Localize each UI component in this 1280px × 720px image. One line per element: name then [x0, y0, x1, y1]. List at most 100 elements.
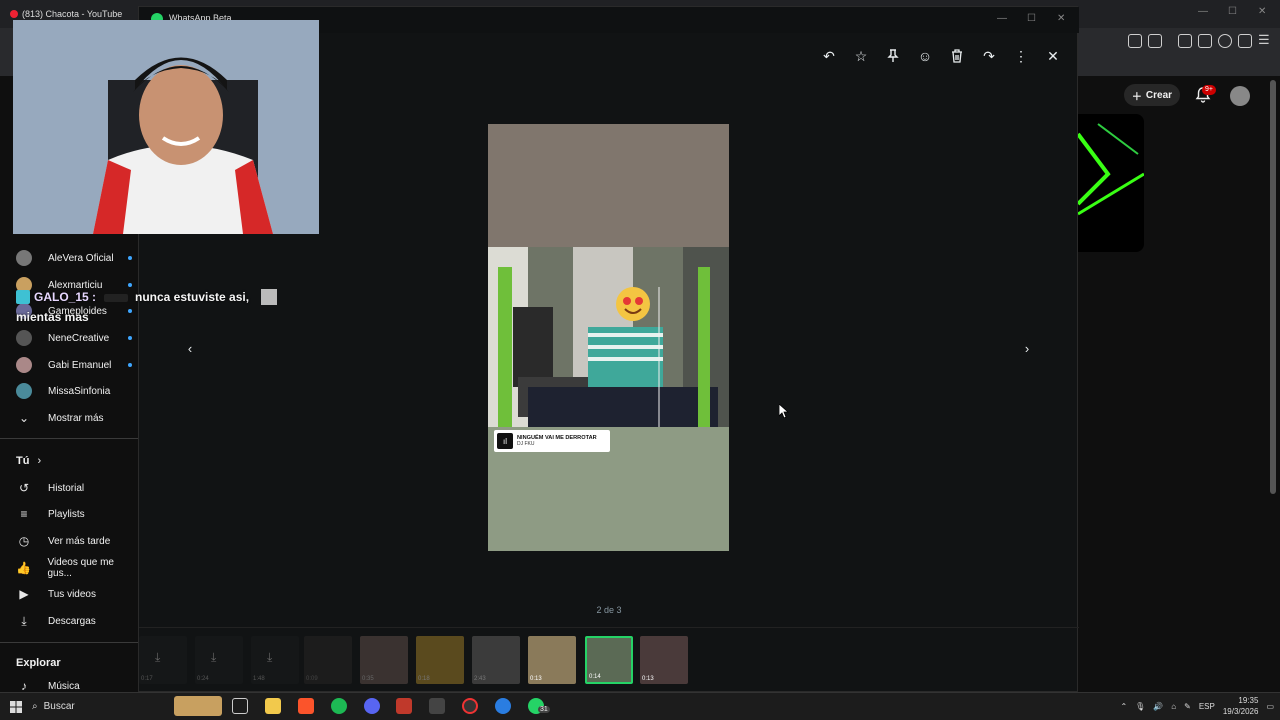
sidebar-item-missasinfonia[interactable]: MissaSinfonia [0, 378, 138, 404]
chevron-up-icon[interactable]: ⌃ [1120, 702, 1127, 711]
chat-emote-icon [261, 289, 277, 305]
sidebar-icon[interactable] [1178, 34, 1192, 48]
media-thumbnail[interactable]: 0:24 ⤓ [195, 636, 243, 684]
wallet-icon[interactable] [1198, 34, 1212, 48]
network-icon[interactable]: ⌂ [1171, 702, 1176, 711]
discord-icon[interactable] [364, 698, 380, 714]
media-thumbnail-strip: 0:17 ⤓ 0:24 ⤓ 1:48 ⤓ 0:09 0:35 0:18 2:43 0:… [139, 627, 1079, 694]
sidebar-item-gabiemanuel[interactable]: Gabi Emanuel [0, 352, 138, 378]
obs-icon[interactable] [462, 698, 478, 714]
task-view-icon[interactable] [232, 698, 248, 714]
audio-wave-icon: ıl [497, 433, 513, 449]
video-icon: ▶ [19, 587, 29, 601]
speaker-icon[interactable]: 🔊 [1153, 702, 1163, 711]
star-icon[interactable]: ☆ [850, 45, 872, 67]
media-thumbnail-selected[interactable]: 0:14 [585, 636, 633, 684]
youtube-favicon-icon [10, 10, 18, 18]
app-icon[interactable] [429, 698, 445, 714]
you-section-header[interactable]: Tú › [0, 448, 138, 474]
sidebar-item-label: MissaSinfonia [48, 385, 111, 397]
sidebar-item-liked[interactable]: 👍 Videos que me gus... [0, 555, 138, 581]
media-thumbnail[interactable]: 0:17 ⤓ [139, 636, 187, 684]
minimize-icon[interactable]: — [997, 13, 1007, 24]
music-artist: DJ FKU [517, 441, 535, 447]
close-icon[interactable]: ✕ [1042, 45, 1064, 67]
sidebar-item-your-videos[interactable]: ▶ Tus videos [0, 581, 138, 607]
language-indicator[interactable]: ESP [1199, 702, 1215, 711]
scrollbar[interactable] [1270, 80, 1276, 494]
close-window-icon[interactable]: ✕ [1057, 13, 1065, 24]
channel-avatar [16, 250, 32, 266]
notifications-icon[interactable]: ▭ [1266, 702, 1274, 711]
chevron-right-icon: › [37, 455, 42, 467]
pin-icon[interactable] [882, 45, 904, 67]
media-thumbnail[interactable]: 0:13 [640, 636, 688, 684]
browser-icon[interactable] [495, 698, 511, 714]
video-thumbnail[interactable] [1078, 114, 1144, 252]
taskbar-search[interactable]: ⌕ Buscar [32, 696, 222, 716]
sidebar-item-downloads[interactable]: ⤓ Descargas [0, 608, 138, 634]
thumb-duration: 0:18 [418, 676, 430, 682]
delete-icon[interactable] [946, 45, 968, 67]
new-dot-icon [128, 363, 132, 367]
maximize-icon[interactable]: ☐ [1228, 6, 1237, 17]
minimize-icon[interactable]: — [1198, 6, 1208, 17]
next-arrow-icon[interactable]: › [1016, 337, 1038, 359]
create-label: Crear [1145, 89, 1173, 101]
new-dot-icon [128, 283, 132, 287]
previous-arrow-icon[interactable]: ‹ [179, 337, 201, 359]
sidebar-item-historial[interactable]: ↺ Historial [0, 475, 138, 501]
windows-start-icon[interactable] [10, 700, 22, 718]
cursor-icon [778, 403, 790, 423]
reply-icon[interactable]: ↶ [818, 45, 840, 67]
emoji-icon[interactable]: ☺ [914, 45, 936, 67]
close-window-icon[interactable]: ✕ [1258, 6, 1266, 17]
show-more-button[interactable]: ⌄ Mostrar más [0, 405, 138, 431]
sidebar-item-alevera[interactable]: AleVera Oficial [0, 245, 138, 271]
search-highlight-image [174, 696, 222, 716]
media-thumbnail[interactable]: 1:48 ⤓ [251, 636, 299, 684]
copilot-icon[interactable] [1218, 34, 1232, 48]
brave-browser-icon[interactable] [298, 698, 314, 714]
show-more-label: Mostrar más [48, 412, 104, 424]
clock-time: 19:35 [1238, 696, 1259, 705]
menu-icon[interactable]: ☰ [1258, 32, 1270, 48]
thumb-duration: 0:24 [197, 676, 209, 682]
maximize-icon[interactable]: ☐ [1027, 13, 1036, 24]
media-thumbnail[interactable]: 2:43 [472, 636, 520, 684]
explore-section-label: Explorar [16, 657, 61, 669]
forward-icon[interactable]: ↷ [978, 45, 1000, 67]
collections-icon[interactable] [1148, 34, 1162, 48]
more-icon[interactable]: ⋮ [1010, 45, 1032, 67]
sidebar-item-label: AleVera Oficial [48, 252, 114, 264]
avatar[interactable] [1230, 86, 1250, 106]
pen-icon[interactable]: ✎ [1184, 702, 1191, 711]
search-icon: ⌕ [32, 700, 38, 712]
media-thumbnail[interactable]: 0:35 [360, 636, 408, 684]
sidebar-item-watch-later[interactable]: ◷ Ver más tarde [0, 528, 138, 554]
clock[interactable]: 19:35 19/3/2026 [1223, 695, 1259, 717]
playlist-icon: ≡ [20, 507, 28, 521]
channel-avatar [16, 330, 32, 346]
chevron-down-icon: ⌄ [18, 411, 30, 425]
app-icon[interactable] [396, 698, 412, 714]
webcam-overlay [13, 20, 319, 234]
sidebar-item-nenecreative[interactable]: NeneCreative [0, 325, 138, 351]
microphone-icon[interactable]: 🎙 [1135, 702, 1145, 711]
shield-icon[interactable] [1238, 34, 1252, 48]
spotify-icon[interactable] [331, 698, 347, 714]
chat-message: nunca estuviste asi, [135, 290, 250, 304]
thumbs-up-icon: 👍 [16, 561, 32, 575]
sidebar-item-playlists[interactable]: ≡ Playlists [0, 501, 138, 527]
media-thumbnail[interactable]: 0:18 [416, 636, 464, 684]
extensions-icon[interactable] [1128, 34, 1142, 48]
create-button[interactable]: ＋ Crear [1124, 84, 1180, 106]
image-top-area [488, 124, 729, 247]
media-thumbnail[interactable]: 0:09 [304, 636, 352, 684]
history-icon: ↺ [18, 481, 30, 495]
media-thumbnail[interactable]: 0:13 [528, 636, 576, 684]
file-explorer-icon[interactable] [265, 698, 281, 714]
sidebar-item-label: NeneCreative [48, 332, 110, 344]
new-dot-icon [128, 336, 132, 340]
gym-photo [488, 247, 729, 427]
